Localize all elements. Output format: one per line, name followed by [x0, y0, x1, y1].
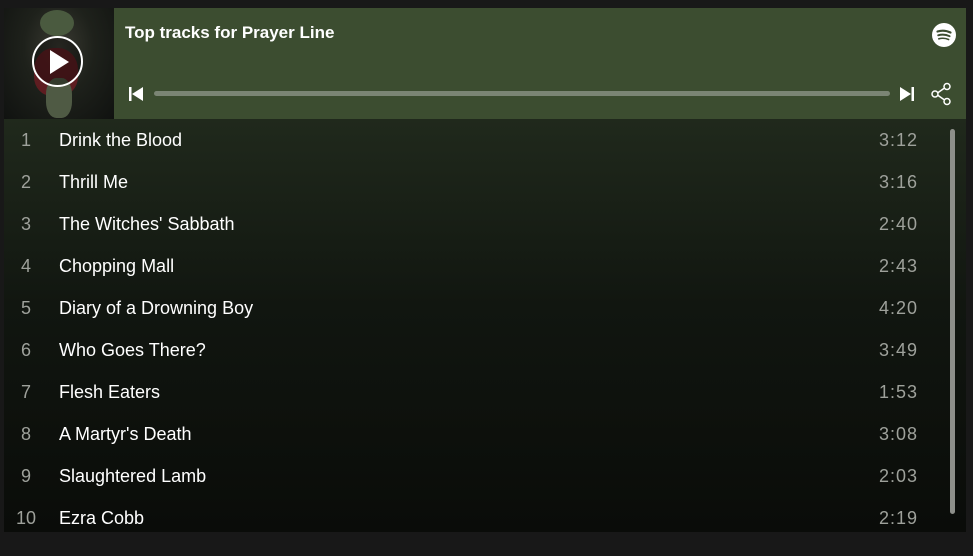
track-name: Diary of a Drowning Boy: [59, 298, 254, 318]
track-number: 10: [15, 508, 37, 528]
track-name: The Witches' Sabbath: [59, 214, 235, 234]
track-number: 2: [20, 172, 31, 192]
track-duration: 1:53: [878, 382, 918, 402]
track-duration: 2:03: [878, 466, 918, 486]
track-name: Chopping Mall: [59, 256, 175, 276]
track-name: Ezra Cobb: [59, 508, 145, 528]
track-number: 9: [20, 466, 31, 486]
track-number: 1: [20, 130, 31, 150]
track-name: Thrill Me: [59, 172, 129, 192]
track-name: Drink the Blood: [59, 130, 183, 150]
share-icon[interactable]: [930, 82, 952, 106]
track-duration: 3:49: [878, 340, 918, 360]
track-duration: 3:08: [878, 424, 918, 444]
player-header: Top tracks for Prayer Line: [4, 8, 966, 119]
track-number: 7: [20, 382, 31, 402]
track-name: Flesh Eaters: [59, 382, 161, 402]
track-duration: 3:16: [878, 172, 918, 192]
track-number: 6: [20, 340, 31, 360]
playlist-title: Top tracks for Prayer Line: [125, 23, 335, 42]
skip-next-icon[interactable]: [899, 86, 915, 102]
track-row[interactable]: 9 Slaughtered Lamb 2:03: [4, 455, 944, 497]
skip-previous-icon[interactable]: [128, 86, 144, 102]
track-row[interactable]: 4 Chopping Mall 2:43: [4, 245, 944, 287]
track-name: A Martyr's Death: [59, 424, 192, 444]
track-duration: 3:12: [878, 130, 918, 150]
track-row[interactable]: 8 A Martyr's Death 3:08: [4, 413, 944, 455]
play-button[interactable]: [32, 36, 83, 87]
track-name: Slaughtered Lamb: [59, 466, 207, 486]
track-name: Who Goes There?: [59, 340, 206, 360]
track-row[interactable]: 5 Diary of a Drowning Boy 4:20: [4, 287, 944, 329]
track-list: 1 Drink the Blood 3:12 2 Thrill Me 3:16 …: [4, 119, 966, 532]
track-row[interactable]: 1 Drink the Blood 3:12: [4, 119, 944, 161]
track-row[interactable]: 3 The Witches' Sabbath 2:40: [4, 203, 944, 245]
spotify-logo-icon[interactable]: [931, 22, 957, 48]
track-duration: 2:40: [878, 214, 918, 234]
track-row[interactable]: 2 Thrill Me 3:16: [4, 161, 944, 203]
track-number: 5: [20, 298, 31, 318]
album-art: [4, 8, 114, 119]
track-row[interactable]: 10 Ezra Cobb 2:19: [4, 497, 944, 532]
track-duration: 2:43: [878, 256, 918, 276]
track-number: 8: [20, 424, 31, 444]
track-number: 3: [20, 214, 31, 234]
spotify-embed-widget: Top tracks for Prayer Line 1 Drink the B…: [4, 8, 966, 532]
play-icon: [50, 50, 69, 74]
track-number: 4: [20, 256, 31, 276]
track-duration: 2:19: [878, 508, 918, 528]
track-list-scrollbar[interactable]: [950, 129, 955, 514]
progress-bar[interactable]: [154, 91, 890, 96]
track-row[interactable]: 7 Flesh Eaters 1:53: [4, 371, 944, 413]
track-row[interactable]: 6 Who Goes There? 3:49: [4, 329, 944, 371]
track-duration: 4:20: [878, 298, 918, 318]
